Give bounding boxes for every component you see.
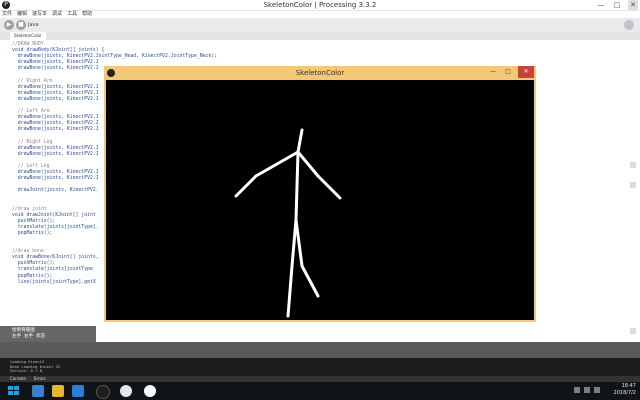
menu-tools[interactable]: 工具	[67, 10, 77, 18]
code-line: drawBone(joints, KinectPV2.J	[12, 115, 99, 121]
code-line: pushMatrix();	[12, 261, 56, 267]
console-line: Version: 0.7.8	[10, 368, 43, 374]
media-player-icon[interactable]	[144, 385, 156, 397]
code-line: void drawBody(KJoint[] joints) {	[12, 48, 105, 54]
code-line: // Left Arm	[12, 109, 50, 115]
keyboard-icon[interactable]	[594, 387, 600, 393]
bone-right-forearm	[316, 174, 342, 200]
ide-menubar: 文件 编辑 速写本 调试 工具 帮助	[0, 10, 640, 18]
stop-button[interactable]: ■	[16, 20, 26, 30]
system-tray	[574, 387, 600, 393]
bone-right-upper-arm	[296, 150, 320, 178]
code-line: void drawBone(KJoint[] joints,	[12, 255, 99, 261]
file-explorer-icon[interactable]	[52, 385, 64, 397]
ide-window-controls: — □ ✕	[596, 0, 638, 10]
scroll-marker	[630, 162, 636, 168]
bone-left-shin	[286, 264, 294, 318]
skeleton-drawing	[234, 128, 342, 318]
network-icon[interactable]	[574, 387, 580, 393]
code-line: drawBone(joints, KinectPV2.JointType_Hea…	[12, 54, 218, 60]
maximize-icon[interactable]: □	[612, 0, 622, 10]
clock-date: 2018/7/2	[613, 390, 636, 396]
code-line: drawBone(joints, KinectPV2.J	[12, 90, 99, 96]
clock-time: 18:47	[621, 383, 636, 389]
minimize-icon[interactable]: —	[488, 66, 498, 78]
tab-skeletoncolor[interactable]: SkeletonColor	[10, 32, 46, 40]
editor-footer-bar: 绘制骨骼图 左手 右手 状态	[0, 326, 96, 342]
menu-edit[interactable]: 编辑	[17, 10, 27, 18]
bone-left-forearm	[234, 174, 258, 198]
code-line: drawJoint(joints, KinectPV2.	[12, 188, 99, 194]
menu-debug[interactable]: 调试	[52, 10, 62, 18]
sketch-window: SkeletonColor — □ ✕	[104, 66, 536, 322]
scroll-marker	[630, 328, 636, 334]
windows-taskbar: 18:47 2018/7/2	[0, 382, 640, 400]
debug-button[interactable]	[624, 20, 634, 30]
code-line: drawBone(joints, KinectPV2.J	[12, 84, 99, 90]
minimize-icon[interactable]: —	[596, 0, 606, 10]
close-icon[interactable]: ✕	[628, 0, 638, 10]
code-line: drawBone(joints, KinectPV2.J	[12, 151, 99, 157]
sketch-titlebar[interactable]: SkeletonColor — □ ✕	[104, 66, 536, 80]
footer-line: 绘制骨骼图	[12, 328, 35, 333]
windows-start-icon[interactable]	[8, 386, 20, 396]
menu-file[interactable]: 文件	[2, 10, 12, 18]
code-line: void drawJoint(KJoint[] joint	[12, 212, 96, 218]
browser-icon[interactable]	[120, 385, 132, 397]
bone-right-thigh	[294, 218, 304, 268]
close-icon[interactable]: ✕	[518, 66, 534, 78]
bone-right-shin	[300, 264, 320, 298]
footer-line: 左手 右手 状态	[12, 333, 46, 339]
volume-icon[interactable]	[584, 387, 590, 393]
console-text: Loading Kinect2 Done Loading Kinect V2 V…	[10, 359, 60, 374]
sketch-canvas[interactable]	[106, 80, 534, 320]
code-line: drawBone(joints, KinectPV2.J	[12, 121, 99, 127]
taskbar-clock[interactable]: 18:47 2018/7/2	[614, 383, 636, 397]
scroll-marker	[630, 182, 636, 188]
sketch-window-controls: — □ ✕	[488, 66, 534, 78]
maximize-icon[interactable]: □	[503, 66, 513, 78]
code-line: popMatrix();	[12, 273, 53, 279]
menu-help[interactable]: 帮助	[82, 10, 92, 18]
console-divider	[0, 342, 640, 358]
code-line: //draw joint	[12, 206, 47, 212]
code-line: line(joints[jointType].getX	[12, 279, 96, 285]
code-line: pushMatrix();	[12, 218, 56, 224]
processing-taskbar-icon[interactable]	[96, 385, 110, 399]
editor-footer-text: 绘制骨骼图 左手 右手 状态	[12, 328, 45, 339]
sketch-window-title: SkeletonColor	[295, 69, 345, 77]
console-panel: Loading Kinect2 Done Loading Kinect V2 V…	[0, 358, 640, 376]
bone-head-neck	[296, 128, 304, 154]
code-line: // Right Leg	[12, 139, 53, 145]
code-line: //draw bone	[12, 249, 44, 255]
ide-toolbar: ▶ ■ Java	[0, 18, 640, 32]
code-line: translate(joints[jointType].	[12, 224, 99, 230]
code-line: translate(joints[jointType	[12, 267, 93, 273]
code-line: // Left Leg	[12, 163, 50, 169]
bone-spine	[294, 150, 300, 222]
code-line: drawBone(joints, KinectPV2.J	[12, 96, 99, 102]
internet-explorer-icon[interactable]	[32, 385, 44, 397]
store-icon[interactable]	[72, 385, 84, 397]
bone-left-upper-arm	[254, 150, 300, 178]
code-line: // Right Arm	[12, 78, 53, 84]
code-line: drawBone(joints, KinectPV2.J	[12, 145, 99, 151]
code-line: popMatrix();	[12, 230, 53, 236]
run-button[interactable]: ▶	[4, 20, 14, 30]
code-line: //DRAW BODY	[12, 42, 44, 47]
editor-scrollbar[interactable]	[628, 42, 638, 340]
sketch-tabbar: SkeletonColor	[0, 32, 640, 40]
mode-selector[interactable]: Java	[28, 21, 39, 29]
ide-window-title: SkeletonColor | Processing 3.3.2	[263, 1, 377, 9]
code-line: drawBone(joints, KinectPV2.J	[12, 176, 99, 182]
code-line: drawBone(joints, KinectPV2.J	[12, 127, 99, 133]
menu-sketch[interactable]: 速写本	[32, 10, 47, 18]
code-line: drawBone(joints, KinectPV2.J	[12, 169, 99, 175]
code-line: drawBone(joints, KinectPV2.J	[12, 66, 99, 72]
code-line: drawBone(joints, KinectPV2.J	[12, 60, 99, 66]
